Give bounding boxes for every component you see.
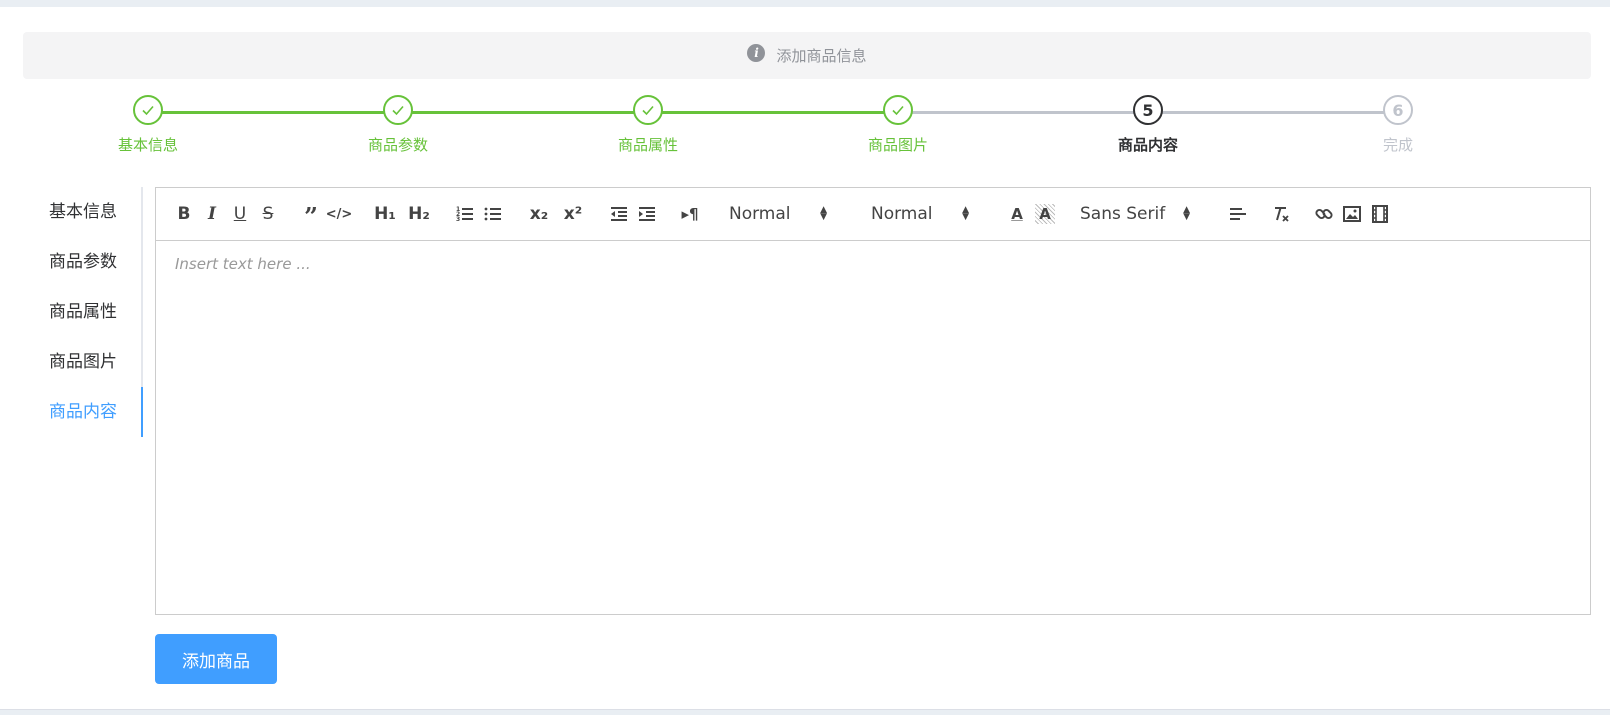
indent-icon[interactable] [633,200,661,228]
select-arrows-icon: ▲ ▼ [1183,205,1190,222]
step-label: 基本信息 [117,136,178,154]
bottom-strip [0,709,1610,715]
size-select-value: Normal [729,204,791,224]
code-block-icon[interactable]: </> [325,200,353,228]
blockquote-icon[interactable]: ” [297,200,325,229]
background-color-button[interactable]: A [1035,204,1055,224]
step-label: 完成 [1382,136,1413,154]
tab-images[interactable]: 商品图片 [0,337,141,387]
bold-button[interactable]: B [170,200,198,228]
h2-button[interactable]: H₂ [402,200,436,228]
italic-button[interactable]: I [198,200,226,228]
alert-text: 添加商品信息 [776,47,867,65]
step-number: 6 [1383,95,1413,125]
info-icon: i [747,44,766,62]
select-arrows-icon: ▲ ▼ [962,205,969,222]
info-alert: i 添加商品信息 [23,32,1591,79]
strike-button[interactable]: S [254,200,282,228]
check-icon [883,95,913,125]
align-left-icon[interactable] [1224,200,1252,228]
step-3: 商品属性 [578,95,718,155]
tab-attributes[interactable]: 商品属性 [0,287,141,337]
step-label: 商品参数 [367,136,428,154]
video-icon[interactable] [1366,200,1394,228]
step-label: 商品属性 [617,136,678,154]
steps-bar: 基本信息 商品参数 商品属性 商品图片 5 商品内容 6 完成 [0,95,1610,165]
editor-content-area[interactable]: Insert text here ... [156,241,1590,616]
tab-content[interactable]: 商品内容 [0,387,141,437]
check-icon [383,95,413,125]
step-label: 商品内容 [1117,136,1178,154]
step-number: 5 [1133,95,1163,125]
top-strip [0,0,1610,7]
size-select[interactable]: Normal ▲ ▼ [719,204,837,224]
font-color-button[interactable]: A [1003,200,1031,228]
subscript-button[interactable]: x₂ [522,200,556,228]
step-5: 5 商品内容 [1078,95,1218,155]
tab-basic-info[interactable]: 基本信息 [0,187,141,237]
link-icon[interactable] [1310,200,1338,228]
header-select[interactable]: Normal ▲ ▼ [861,204,979,224]
ordered-list-icon[interactable]: 123 [451,200,479,228]
tab-active-indicator [141,387,143,437]
select-arrows-icon: ▲ ▼ [820,205,827,222]
step-label: 商品图片 [867,136,928,154]
check-icon [633,95,663,125]
rich-text-editor: B I U S ” </> H₁ H₂ 123 x₂ x² ▸¶ Normal … [155,187,1591,615]
font-select-value: Sans Serif [1080,204,1166,224]
font-select[interactable]: Sans Serif ▲ ▼ [1070,204,1200,224]
tab-params[interactable]: 商品参数 [0,237,141,287]
step-2: 商品参数 [328,95,468,155]
outdent-icon[interactable] [605,200,633,228]
check-icon [133,95,163,125]
clear-format-icon[interactable] [1267,200,1295,228]
bullet-list-icon[interactable] [479,200,507,228]
step-4: 商品图片 [828,95,968,155]
svg-text:3: 3 [456,216,460,223]
left-tabs: 基本信息 商品参数 商品属性 商品图片 商品内容 [0,187,143,437]
step-6: 6 完成 [1328,95,1468,155]
editor-toolbar: B I U S ” </> H₁ H₂ 123 x₂ x² ▸¶ Normal … [156,188,1590,241]
editor-placeholder: Insert text here ... [175,255,311,273]
step-1: 基本信息 [78,95,218,155]
text-direction-button[interactable]: ▸¶ [676,200,704,228]
h1-button[interactable]: H₁ [368,200,402,228]
header-select-value: Normal [871,204,933,224]
superscript-button[interactable]: x² [556,200,590,228]
underline-button[interactable]: U [226,200,254,228]
add-product-button[interactable]: 添加商品 [155,634,277,684]
image-icon[interactable] [1338,200,1366,228]
